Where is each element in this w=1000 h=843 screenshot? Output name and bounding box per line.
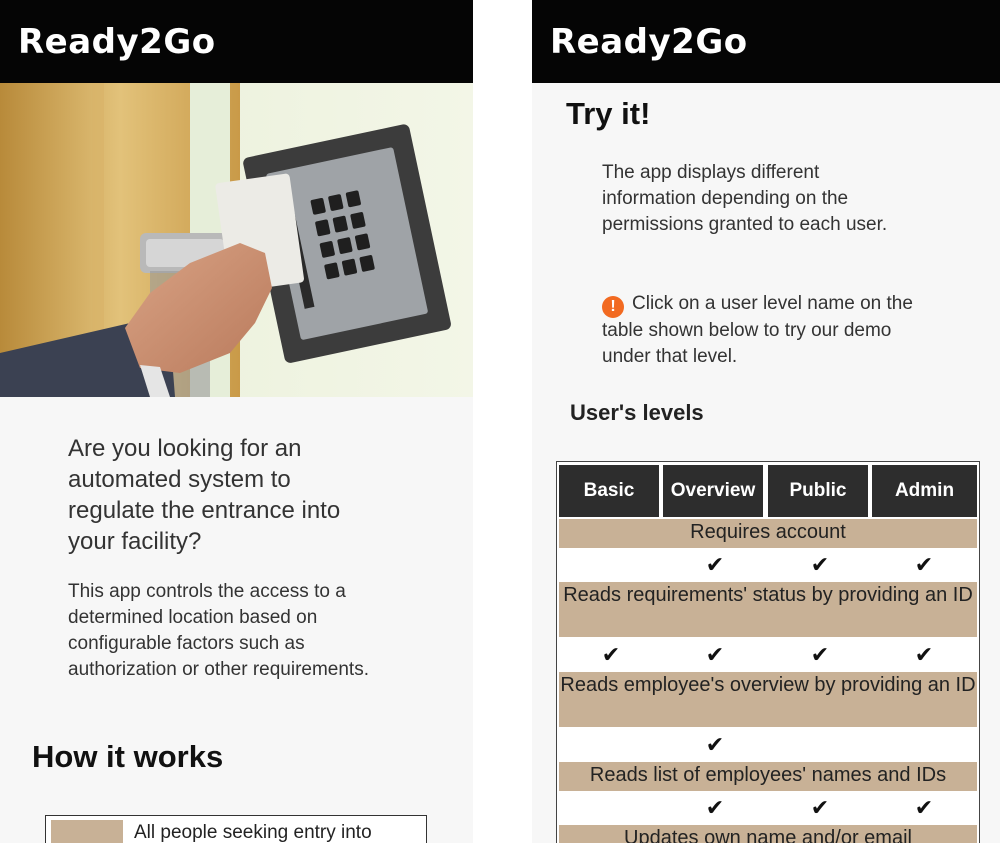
feature-row: Updates own name and/or email — [559, 825, 977, 843]
hero-image — [0, 83, 473, 397]
app-description: This app controls the access to a determ… — [68, 581, 369, 680]
left-screen: Ready2Go Are you looking for an automate… — [0, 0, 473, 843]
top-bar: Ready2Go — [532, 0, 1000, 83]
permissions-info: The app displays different information d… — [602, 162, 888, 235]
feature-row: Requires account — [559, 519, 977, 548]
demo-hint: ! Click on a user level name on the table… — [602, 291, 942, 370]
level-basic-header[interactable]: Basic — [559, 465, 659, 517]
check-row: ✔ ✔ ✔ — [559, 550, 977, 580]
check-icon: ✔ — [705, 732, 725, 757]
level-public-header[interactable]: Public — [768, 465, 868, 517]
level-admin-header[interactable]: Admin — [872, 465, 977, 517]
top-bar: Ready2Go — [0, 0, 473, 83]
demo-hint-text: Click on a user level name on the table … — [602, 293, 913, 367]
brand-logo[interactable]: Ready2Go — [550, 22, 748, 62]
check-row: ✔ — [559, 730, 977, 760]
check-row: ✔ ✔ ✔ ✔ — [559, 640, 977, 670]
step-color-swatch — [51, 820, 123, 843]
check-icon: ✔ — [705, 642, 725, 667]
user-levels-table: Basic Overview Public Admin Requires acc… — [556, 461, 980, 843]
check-icon: ✔ — [810, 552, 830, 577]
check-row: ✔ ✔ ✔ — [559, 793, 977, 823]
check-icon: ✔ — [810, 642, 830, 667]
check-icon: ✔ — [705, 795, 725, 820]
steps-table: All people seeking entry into — [45, 815, 427, 843]
step-text: All people seeking entry into — [134, 822, 372, 843]
feature-row: Reads requirements' status by providing … — [559, 582, 977, 637]
card-reader-photo — [0, 83, 473, 397]
check-icon: ✔ — [914, 552, 934, 577]
lead-question: Are you looking for an automated system … — [68, 435, 341, 555]
brand-logo[interactable]: Ready2Go — [18, 22, 216, 62]
try-it-heading: Try it! — [566, 96, 651, 131]
exclamation-icon: ! — [602, 296, 624, 318]
feature-row: Reads employee's overview by providing a… — [559, 672, 977, 727]
how-it-works-heading: How it works — [32, 739, 224, 774]
level-overview-header[interactable]: Overview — [663, 465, 763, 517]
check-icon: ✔ — [914, 642, 934, 667]
check-icon: ✔ — [810, 795, 830, 820]
user-levels-heading: User's levels — [570, 400, 704, 425]
feature-row: Reads list of employees' names and IDs — [559, 762, 977, 791]
check-icon: ✔ — [601, 642, 621, 667]
check-icon: ✔ — [914, 795, 934, 820]
check-icon: ✔ — [705, 552, 725, 577]
table-header-row: Basic Overview Public Admin — [559, 465, 977, 517]
right-screen: Ready2Go Try it! The app displays differ… — [532, 0, 1000, 843]
